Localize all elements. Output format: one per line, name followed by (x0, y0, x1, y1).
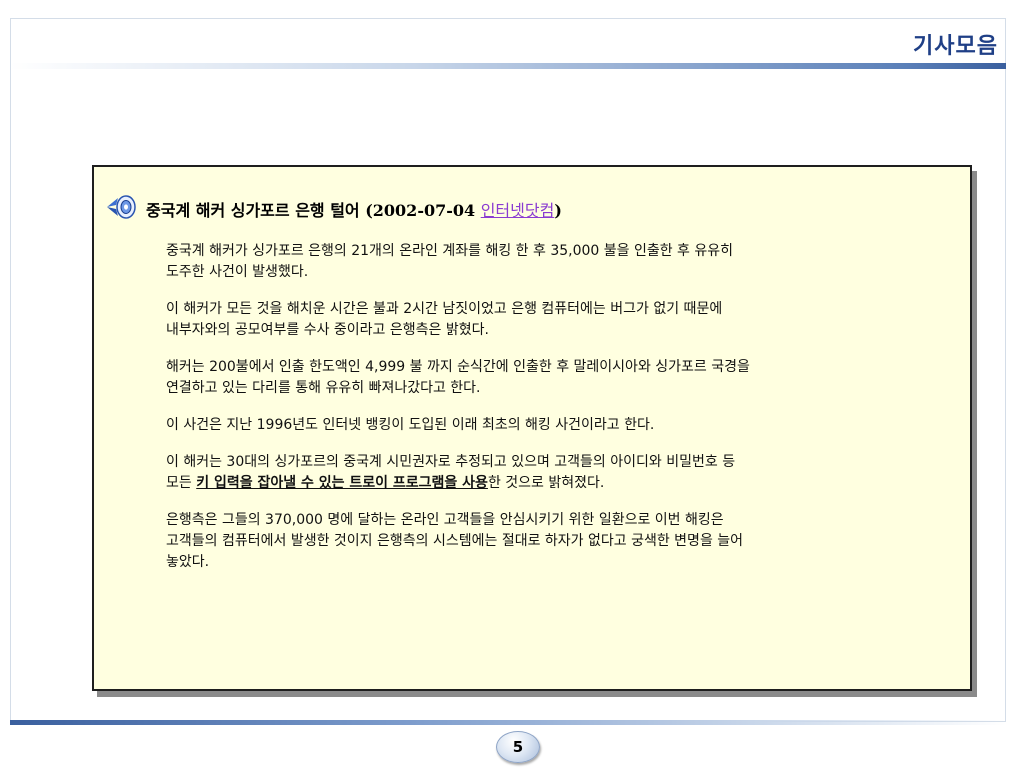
paragraph-5: 이 해커는 30대의 싱가포르의 중국계 시민권자로 추정되고 있으며 고객들의… (166, 452, 936, 494)
paragraph-line: 도주한 사건이 발생했다. (166, 264, 309, 280)
target-arrow-icon (107, 195, 136, 219)
page-number-badge: 5 (496, 731, 540, 763)
paragraph-line: 고객들의 컴퓨터에서 발생한 것이지 은행측의 시스템에는 절대로 하자가 없다… (166, 533, 744, 549)
page-number: 5 (512, 738, 524, 756)
paragraph-line: 이 해커가 모든 것을 해치운 시간은 불과 2시간 남짓이었고 은행 컴퓨터에… (166, 301, 723, 317)
article-panel: 중국계 해커 싱가포르 은행 털어 (2002-07-04 인터넷닷컴) 중국계… (92, 165, 972, 691)
header-divider (10, 63, 1006, 69)
paragraph-2: 이 해커가 모든 것을 해치운 시간은 불과 2시간 남짓이었고 은행 컴퓨터에… (166, 299, 936, 341)
paragraph-line-suffix: 한 것으로 밝혀졌다. (487, 475, 605, 491)
paragraph-line: 은행측은 그들의 370,000 명에 달하는 온라인 고객들을 안심시키기 위… (166, 512, 724, 528)
paragraph-line: 해커는 200불에서 인출 한도액인 4,999 불 까지 순식간에 인출한 후… (166, 359, 750, 375)
paragraph-1: 중국계 해커가 싱가포르 은행의 21개의 온라인 계좌를 해킹 한 후 35,… (166, 241, 936, 283)
paragraph-line: 이 사건은 지난 1996년도 인터넷 뱅킹이 도입된 이래 최초의 해킹 사건… (166, 417, 655, 433)
article-body: 중국계 해커가 싱가포르 은행의 21개의 온라인 계좌를 해킹 한 후 35,… (166, 241, 936, 589)
article-title: 중국계 해커 싱가포르 은행 털어 (2002-07-04 인터넷닷컴) (146, 197, 562, 221)
paragraph-3: 해커는 200불에서 인출 한도액인 4,999 불 까지 순식간에 인출한 후… (166, 357, 936, 399)
article-title-close: ) (554, 201, 562, 220)
article-title-text: 중국계 해커 싱가포르 은행 털어 (2002-07-04 (146, 201, 481, 220)
paragraph-line: 이 해커는 30대의 싱가포르의 중국계 시민권자로 추정되고 있으며 고객들의… (166, 454, 736, 470)
source-link[interactable]: 인터넷닷컴 (481, 201, 555, 220)
highlighted-phrase: 키 입력을 잡아낼 수 있는 트로이 프로그램을 사용 (196, 475, 488, 491)
paragraph-line: 놓았다. (166, 554, 210, 570)
paragraph-line-prefix: 모든 (166, 475, 197, 491)
footer-divider (10, 720, 1006, 725)
paragraph-line: 연결하고 있는 다리를 통해 유유히 빠져나갔다고 한다. (166, 380, 481, 396)
paragraph-line: 중국계 해커가 싱가포르 은행의 21개의 온라인 계좌를 해킹 한 후 35,… (166, 243, 734, 259)
paragraph-4: 이 사건은 지난 1996년도 인터넷 뱅킹이 도입된 이래 최초의 해킹 사건… (166, 415, 936, 436)
header-title: 기사모음 (913, 33, 998, 59)
paragraph-6: 은행측은 그들의 370,000 명에 달하는 온라인 고객들을 안심시키기 위… (166, 510, 936, 573)
paragraph-line: 내부자와의 공모여부를 수사 중이라고 은행측은 밝혔다. (166, 322, 489, 338)
